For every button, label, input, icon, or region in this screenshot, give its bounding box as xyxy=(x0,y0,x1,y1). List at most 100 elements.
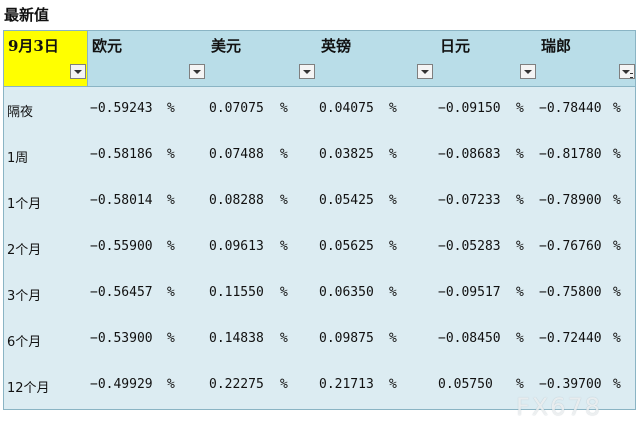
rate-table: 9月3日 欧元 美元 英镑 日元 瑞郎 隔夜 −0.59243% 0.07075% 0… xyxy=(3,30,636,421)
percent-sign: % xyxy=(613,147,621,162)
percent-sign: % xyxy=(389,193,397,208)
percent-sign: % xyxy=(516,239,524,254)
percent-sign: % xyxy=(389,331,397,346)
row-label: 1个月 xyxy=(7,197,42,212)
rate-cell: −0.39700 xyxy=(539,377,602,392)
rate-cell: 0.14838 xyxy=(209,331,264,346)
percent-sign: % xyxy=(389,147,397,162)
rate-cell: 0.21713 xyxy=(319,377,374,392)
percent-sign: % xyxy=(613,101,621,116)
percent-sign: % xyxy=(280,377,288,392)
rate-cell: −0.07233 xyxy=(438,193,501,208)
rate-cell: −0.08450 xyxy=(438,331,501,346)
rate-cell: −0.55900 xyxy=(90,239,153,254)
percent-sign: % xyxy=(613,377,621,392)
percent-sign: % xyxy=(280,331,288,346)
table-row: 2个月 −0.55900% 0.09613% 0.05625% −0.05283% −0.… xyxy=(4,225,635,271)
rate-cell: 0.05750 xyxy=(438,377,493,392)
rate-cell: 0.09613 xyxy=(209,239,264,254)
percent-sign: % xyxy=(516,331,524,346)
percent-sign: % xyxy=(516,147,524,162)
percent-sign: % xyxy=(516,101,524,116)
rate-cell: −0.75800 xyxy=(539,285,602,300)
rate-cell: 0.07488 xyxy=(209,147,264,162)
rate-cell: 0.03825 xyxy=(319,147,374,162)
percent-sign: % xyxy=(613,193,621,208)
rate-cell: −0.09150 xyxy=(438,101,501,116)
percent-sign: % xyxy=(167,193,175,208)
percent-sign: % xyxy=(516,193,524,208)
col-header-chf: 瑞郎 xyxy=(541,37,572,55)
rate-cell: −0.58014 xyxy=(90,193,153,208)
rate-cell: −0.58186 xyxy=(90,147,153,162)
rate-cell: −0.08683 xyxy=(438,147,501,162)
percent-sign: % xyxy=(167,101,175,116)
percent-sign: % xyxy=(167,331,175,346)
rate-cell: −0.78900 xyxy=(539,193,602,208)
percent-sign: % xyxy=(167,285,175,300)
rate-cell: 0.07075 xyxy=(209,101,264,116)
rate-cell: 0.22275 xyxy=(209,377,264,392)
rate-cell: 0.06350 xyxy=(319,285,374,300)
percent-sign: % xyxy=(516,377,524,392)
rate-cell: −0.72440 xyxy=(539,331,602,346)
rate-cell: −0.76760 xyxy=(539,239,602,254)
row-label: 6个月 xyxy=(7,335,42,350)
rate-cell: 0.05625 xyxy=(319,239,374,254)
percent-sign: % xyxy=(389,101,397,116)
rate-cell: 0.11550 xyxy=(209,285,264,300)
percent-sign: % xyxy=(280,147,288,162)
percent-sign: % xyxy=(280,101,288,116)
jpy-filter-dropdown-icon[interactable] xyxy=(520,64,536,79)
gbp-filter-dropdown-icon[interactable] xyxy=(417,64,433,79)
rate-cell: −0.05283 xyxy=(438,239,501,254)
rate-cell: −0.81780 xyxy=(539,147,602,162)
date-header-cell[interactable]: 9月3日 xyxy=(4,31,88,86)
rate-cell: 0.05425 xyxy=(319,193,374,208)
table-row: 6个月 −0.53900% 0.14838% 0.09875% −0.08450% −0.… xyxy=(4,317,635,363)
table-row: 3个月 −0.56457% 0.11550% 0.06350% −0.09517% −0.… xyxy=(4,271,635,317)
row-label: 1周 xyxy=(7,151,29,166)
percent-sign: % xyxy=(167,377,175,392)
rate-cell: 0.09875 xyxy=(319,331,374,346)
date-label: 9月3日 xyxy=(8,37,59,55)
row-label: 隔夜 xyxy=(7,105,34,120)
page-title: 最新值 xyxy=(4,6,50,24)
chf-filter-active-icon[interactable] xyxy=(619,64,635,79)
percent-sign: % xyxy=(613,285,621,300)
percent-sign: % xyxy=(167,147,175,162)
watermark-logo: FX678 xyxy=(516,393,603,421)
percent-sign: % xyxy=(167,239,175,254)
table-header: 9月3日 欧元 美元 英镑 日元 瑞郎 xyxy=(4,31,635,87)
percent-sign: % xyxy=(280,239,288,254)
rate-cell: −0.53900 xyxy=(90,331,153,346)
row-label: 2个月 xyxy=(7,243,42,258)
rate-cell: −0.09517 xyxy=(438,285,501,300)
rate-cell: −0.56457 xyxy=(90,285,153,300)
table-row: 1周 −0.58186% 0.07488% 0.03825% −0.08683% −0.8… xyxy=(4,133,635,179)
usd-filter-dropdown-icon[interactable] xyxy=(299,64,315,79)
percent-sign: % xyxy=(613,239,621,254)
rate-cell: −0.49929 xyxy=(90,377,153,392)
table-row: 隔夜 −0.59243% 0.07075% 0.04075% −0.09150% −0.7… xyxy=(4,87,635,133)
date-filter-dropdown-icon[interactable] xyxy=(70,64,86,79)
eur-filter-dropdown-icon[interactable] xyxy=(189,64,205,79)
rate-cell: −0.78440 xyxy=(539,101,602,116)
percent-sign: % xyxy=(280,193,288,208)
percent-sign: % xyxy=(280,285,288,300)
table-row: 1个月 −0.58014% 0.08288% 0.05425% −0.07233% −0.… xyxy=(4,179,635,225)
col-header-eur: 欧元 xyxy=(92,37,123,55)
row-label: 3个月 xyxy=(7,289,42,304)
col-header-gbp: 英镑 xyxy=(321,37,352,55)
percent-sign: % xyxy=(613,331,621,346)
rate-cell: −0.59243 xyxy=(90,101,153,116)
percent-sign: % xyxy=(389,239,397,254)
col-header-jpy: 日元 xyxy=(440,37,471,55)
rate-cell: 0.04075 xyxy=(319,101,374,116)
rate-cell: 0.08288 xyxy=(209,193,264,208)
percent-sign: % xyxy=(389,377,397,392)
percent-sign: % xyxy=(389,285,397,300)
percent-sign: % xyxy=(516,285,524,300)
row-label: 12个月 xyxy=(7,381,50,396)
col-header-usd: 美元 xyxy=(211,37,242,55)
